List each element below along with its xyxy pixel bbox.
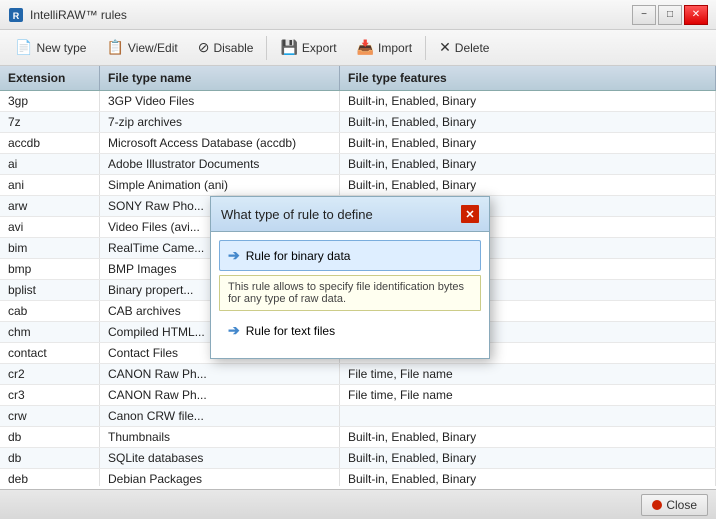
view-edit-button[interactable]: 📋 View/Edit bbox=[97, 35, 186, 60]
minimize-button[interactable]: − bbox=[632, 5, 656, 25]
modal-hint: This rule allows to specify file identif… bbox=[219, 275, 481, 311]
status-bar: Close bbox=[0, 489, 716, 519]
red-dot-icon bbox=[652, 500, 662, 510]
separator-1 bbox=[266, 36, 267, 60]
close-status-button[interactable]: Close bbox=[641, 494, 708, 516]
window-close-button[interactable]: ✕ bbox=[684, 5, 708, 25]
modal-body: ➔ Rule for binary data This rule allows … bbox=[211, 232, 489, 358]
import-button[interactable]: 📥 Import bbox=[348, 35, 421, 60]
delete-icon: ✕ bbox=[439, 39, 451, 56]
new-type-label: New type bbox=[36, 41, 86, 55]
new-type-icon: 📄 bbox=[15, 39, 32, 56]
modal-dialog: What type of rule to define ✕ ➔ Rule for… bbox=[210, 196, 490, 359]
app-icon: R bbox=[8, 7, 24, 23]
disable-icon: ⊘ bbox=[198, 39, 210, 56]
svg-text:R: R bbox=[13, 11, 20, 21]
export-button[interactable]: 💾 Export bbox=[271, 35, 345, 60]
view-edit-icon: 📋 bbox=[106, 39, 123, 56]
delete-label: Delete bbox=[455, 41, 490, 55]
modal-title: What type of rule to define bbox=[221, 207, 373, 222]
modal-close-button[interactable]: ✕ bbox=[461, 205, 479, 223]
arrow-icon-binary: ➔ bbox=[228, 247, 240, 264]
rule-binary-label: Rule for binary data bbox=[246, 249, 351, 263]
close-status-label: Close bbox=[666, 498, 697, 512]
view-edit-label: View/Edit bbox=[128, 41, 178, 55]
rule-binary-option[interactable]: ➔ Rule for binary data bbox=[219, 240, 481, 271]
rule-text-label: Rule for text files bbox=[246, 324, 335, 338]
toolbar: 📄 New type 📋 View/Edit ⊘ Disable 💾 Expor… bbox=[0, 30, 716, 66]
import-label: Import bbox=[378, 41, 412, 55]
modal-header: What type of rule to define ✕ bbox=[211, 197, 489, 232]
table-container: Extension File type name File type featu… bbox=[0, 66, 716, 489]
export-icon: 💾 bbox=[280, 39, 297, 56]
window-title: IntelliRAW™ rules bbox=[30, 8, 127, 22]
rule-text-option[interactable]: ➔ Rule for text files bbox=[219, 315, 481, 346]
modal-overlay: What type of rule to define ✕ ➔ Rule for… bbox=[0, 66, 716, 489]
delete-button[interactable]: ✕ Delete bbox=[430, 35, 498, 60]
disable-button[interactable]: ⊘ Disable bbox=[189, 35, 263, 60]
export-label: Export bbox=[302, 41, 337, 55]
title-bar: R IntelliRAW™ rules − □ ✕ bbox=[0, 0, 716, 30]
arrow-icon-text: ➔ bbox=[228, 322, 240, 339]
import-icon: 📥 bbox=[357, 39, 374, 56]
disable-label: Disable bbox=[213, 41, 253, 55]
window-controls: − □ ✕ bbox=[632, 5, 708, 25]
separator-2 bbox=[425, 36, 426, 60]
maximize-button[interactable]: □ bbox=[658, 5, 682, 25]
new-type-button[interactable]: 📄 New type bbox=[6, 35, 95, 60]
